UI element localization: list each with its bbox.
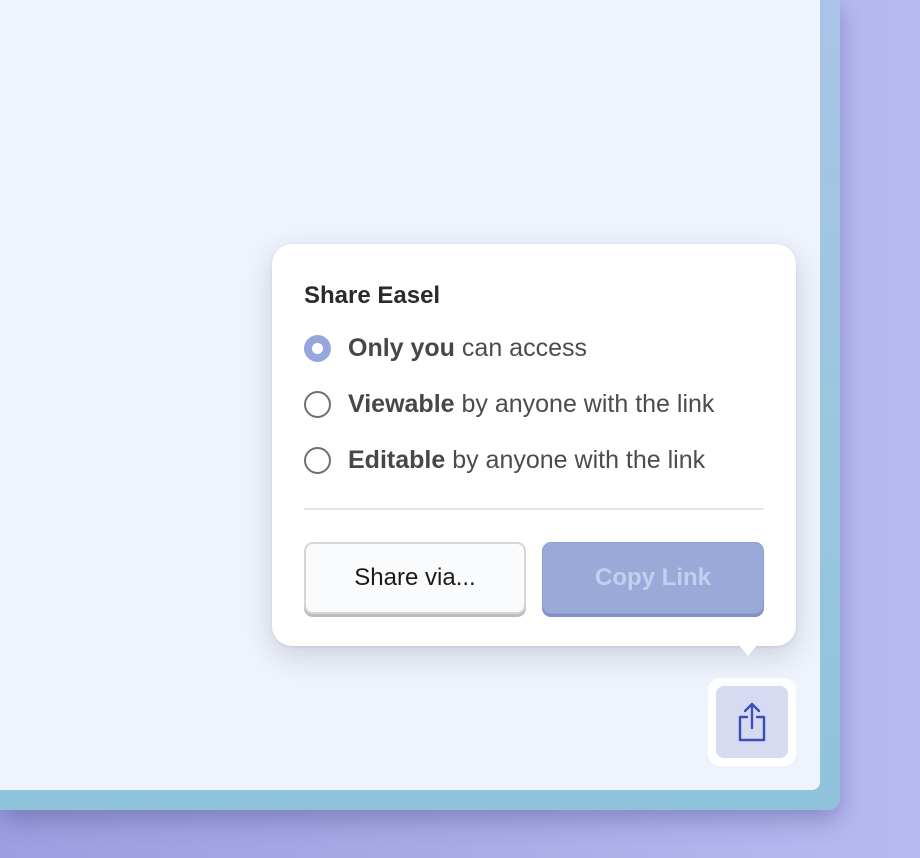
share-icon (738, 702, 766, 742)
option-only-you[interactable]: Only you can access (304, 332, 587, 364)
copy-link-button[interactable]: Copy Link (542, 542, 764, 614)
divider (304, 508, 764, 510)
radio-selected-icon[interactable] (304, 334, 331, 362)
share-button[interactable] (716, 686, 788, 758)
option-label: Editable by anyone with the link (348, 445, 706, 474)
radio-unselected-icon[interactable] (304, 390, 331, 418)
share-popover: Share Easel Only you can access Viewable… (272, 244, 796, 646)
popover-arrow (738, 644, 758, 656)
radio-unselected-icon[interactable] (304, 446, 331, 474)
share-via-button[interactable]: Share via... (304, 542, 526, 614)
option-label: Only you can access (348, 333, 587, 362)
share-button-container (708, 678, 796, 766)
popover-title: Share Easel (304, 282, 441, 309)
option-viewable[interactable]: Viewable by anyone with the link (304, 388, 714, 420)
option-editable[interactable]: Editable by anyone with the link (304, 444, 705, 476)
option-label: Viewable by anyone with the link (348, 389, 715, 418)
